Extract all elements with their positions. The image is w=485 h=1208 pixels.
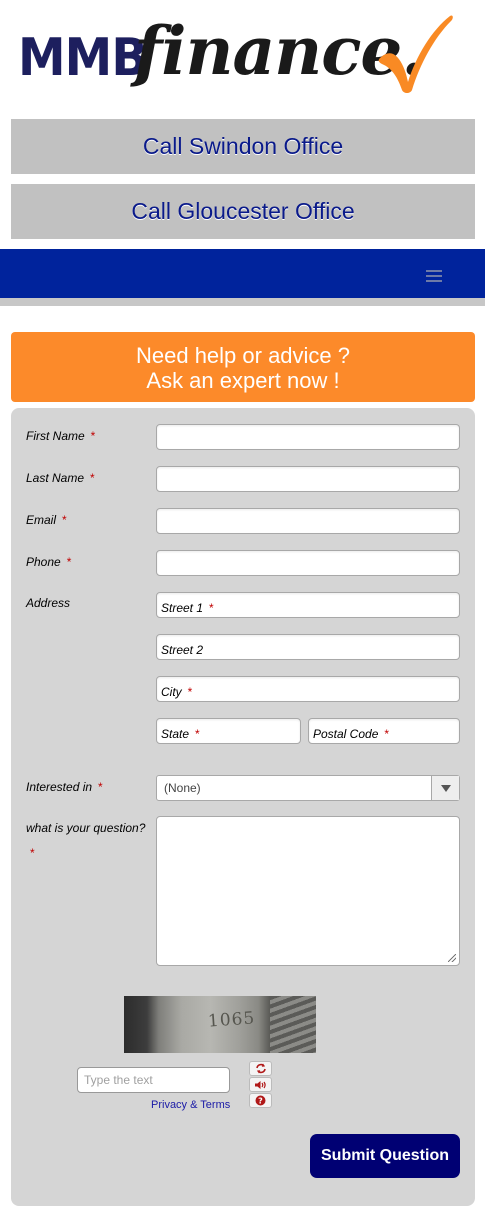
refresh-icon[interactable] <box>249 1061 272 1076</box>
nav-bar-shadow <box>0 298 485 306</box>
hamburger-icon[interactable] <box>426 270 442 282</box>
required-mark: * <box>98 780 103 794</box>
nav-bar <box>0 249 485 298</box>
required-mark: * <box>209 601 214 615</box>
help-icon[interactable]: ? <box>249 1093 272 1108</box>
required-mark: * <box>66 555 72 569</box>
checkmark-icon <box>378 15 453 93</box>
state-label: State * <box>161 727 200 741</box>
logo[interactable]: MMB finance. <box>16 10 456 100</box>
banner-line-1: Need help or advice ? <box>135 343 351 368</box>
captcha-input[interactable]: Type the text <box>77 1067 230 1093</box>
chevron-down-icon[interactable] <box>431 776 459 800</box>
last-name-label: Last Name * <box>26 471 95 485</box>
address-label: Address <box>26 596 71 610</box>
interested-in-select[interactable]: (None) <box>156 775 460 801</box>
first-name-label: First Name * <box>26 429 96 443</box>
captcha-image-text: 1065 <box>207 1008 256 1032</box>
phone-field[interactable] <box>156 550 460 576</box>
logo-mmb-text: MMB <box>18 28 148 88</box>
required-mark: * <box>195 727 200 741</box>
last-name-field[interactable] <box>156 466 460 492</box>
city-field[interactable]: City * <box>156 676 460 702</box>
state-field[interactable]: State * <box>156 718 301 744</box>
street1-field[interactable]: Street 1 * <box>156 592 460 618</box>
svg-text:?: ? <box>258 1097 263 1106</box>
phone-label: Phone * <box>26 555 72 569</box>
street1-label: Street 1 * <box>161 601 214 615</box>
first-name-field[interactable] <box>156 424 460 450</box>
interested-in-value: (None) <box>164 781 201 795</box>
city-label: City * <box>161 685 193 699</box>
required-mark: * <box>384 727 390 741</box>
postal-code-field[interactable]: Postal Code * <box>308 718 460 744</box>
captcha-image: 1065 <box>124 996 316 1053</box>
resize-grip-icon[interactable] <box>448 954 456 962</box>
interested-in-label: Interested in * <box>26 780 103 794</box>
privacy-terms-link[interactable]: Privacy & Terms <box>151 1099 230 1111</box>
required-mark: * <box>90 471 95 485</box>
email-label: Email * <box>26 513 67 527</box>
required-mark: * <box>187 685 193 699</box>
submit-question-button[interactable]: Submit Question <box>310 1134 460 1178</box>
question-label: what is your question? <box>26 821 146 835</box>
audio-icon[interactable] <box>249 1077 272 1092</box>
postal-code-label: Postal Code * <box>313 727 390 741</box>
call-swindon-button[interactable]: Call Swindon Office <box>11 119 475 174</box>
required-mark: * <box>62 513 67 527</box>
street2-field[interactable]: Street 2 <box>156 634 460 660</box>
help-banner: Need help or advice ? Ask an expert now … <box>11 332 475 402</box>
call-gloucester-button[interactable]: Call Gloucester Office <box>11 184 475 239</box>
street2-label: Street 2 <box>161 643 204 657</box>
email-field[interactable] <box>156 508 460 534</box>
required-mark: * <box>90 429 96 443</box>
question-required-mark: * <box>30 846 35 860</box>
question-textarea[interactable] <box>156 816 460 966</box>
banner-line-2: Ask an expert now ! <box>146 368 340 393</box>
